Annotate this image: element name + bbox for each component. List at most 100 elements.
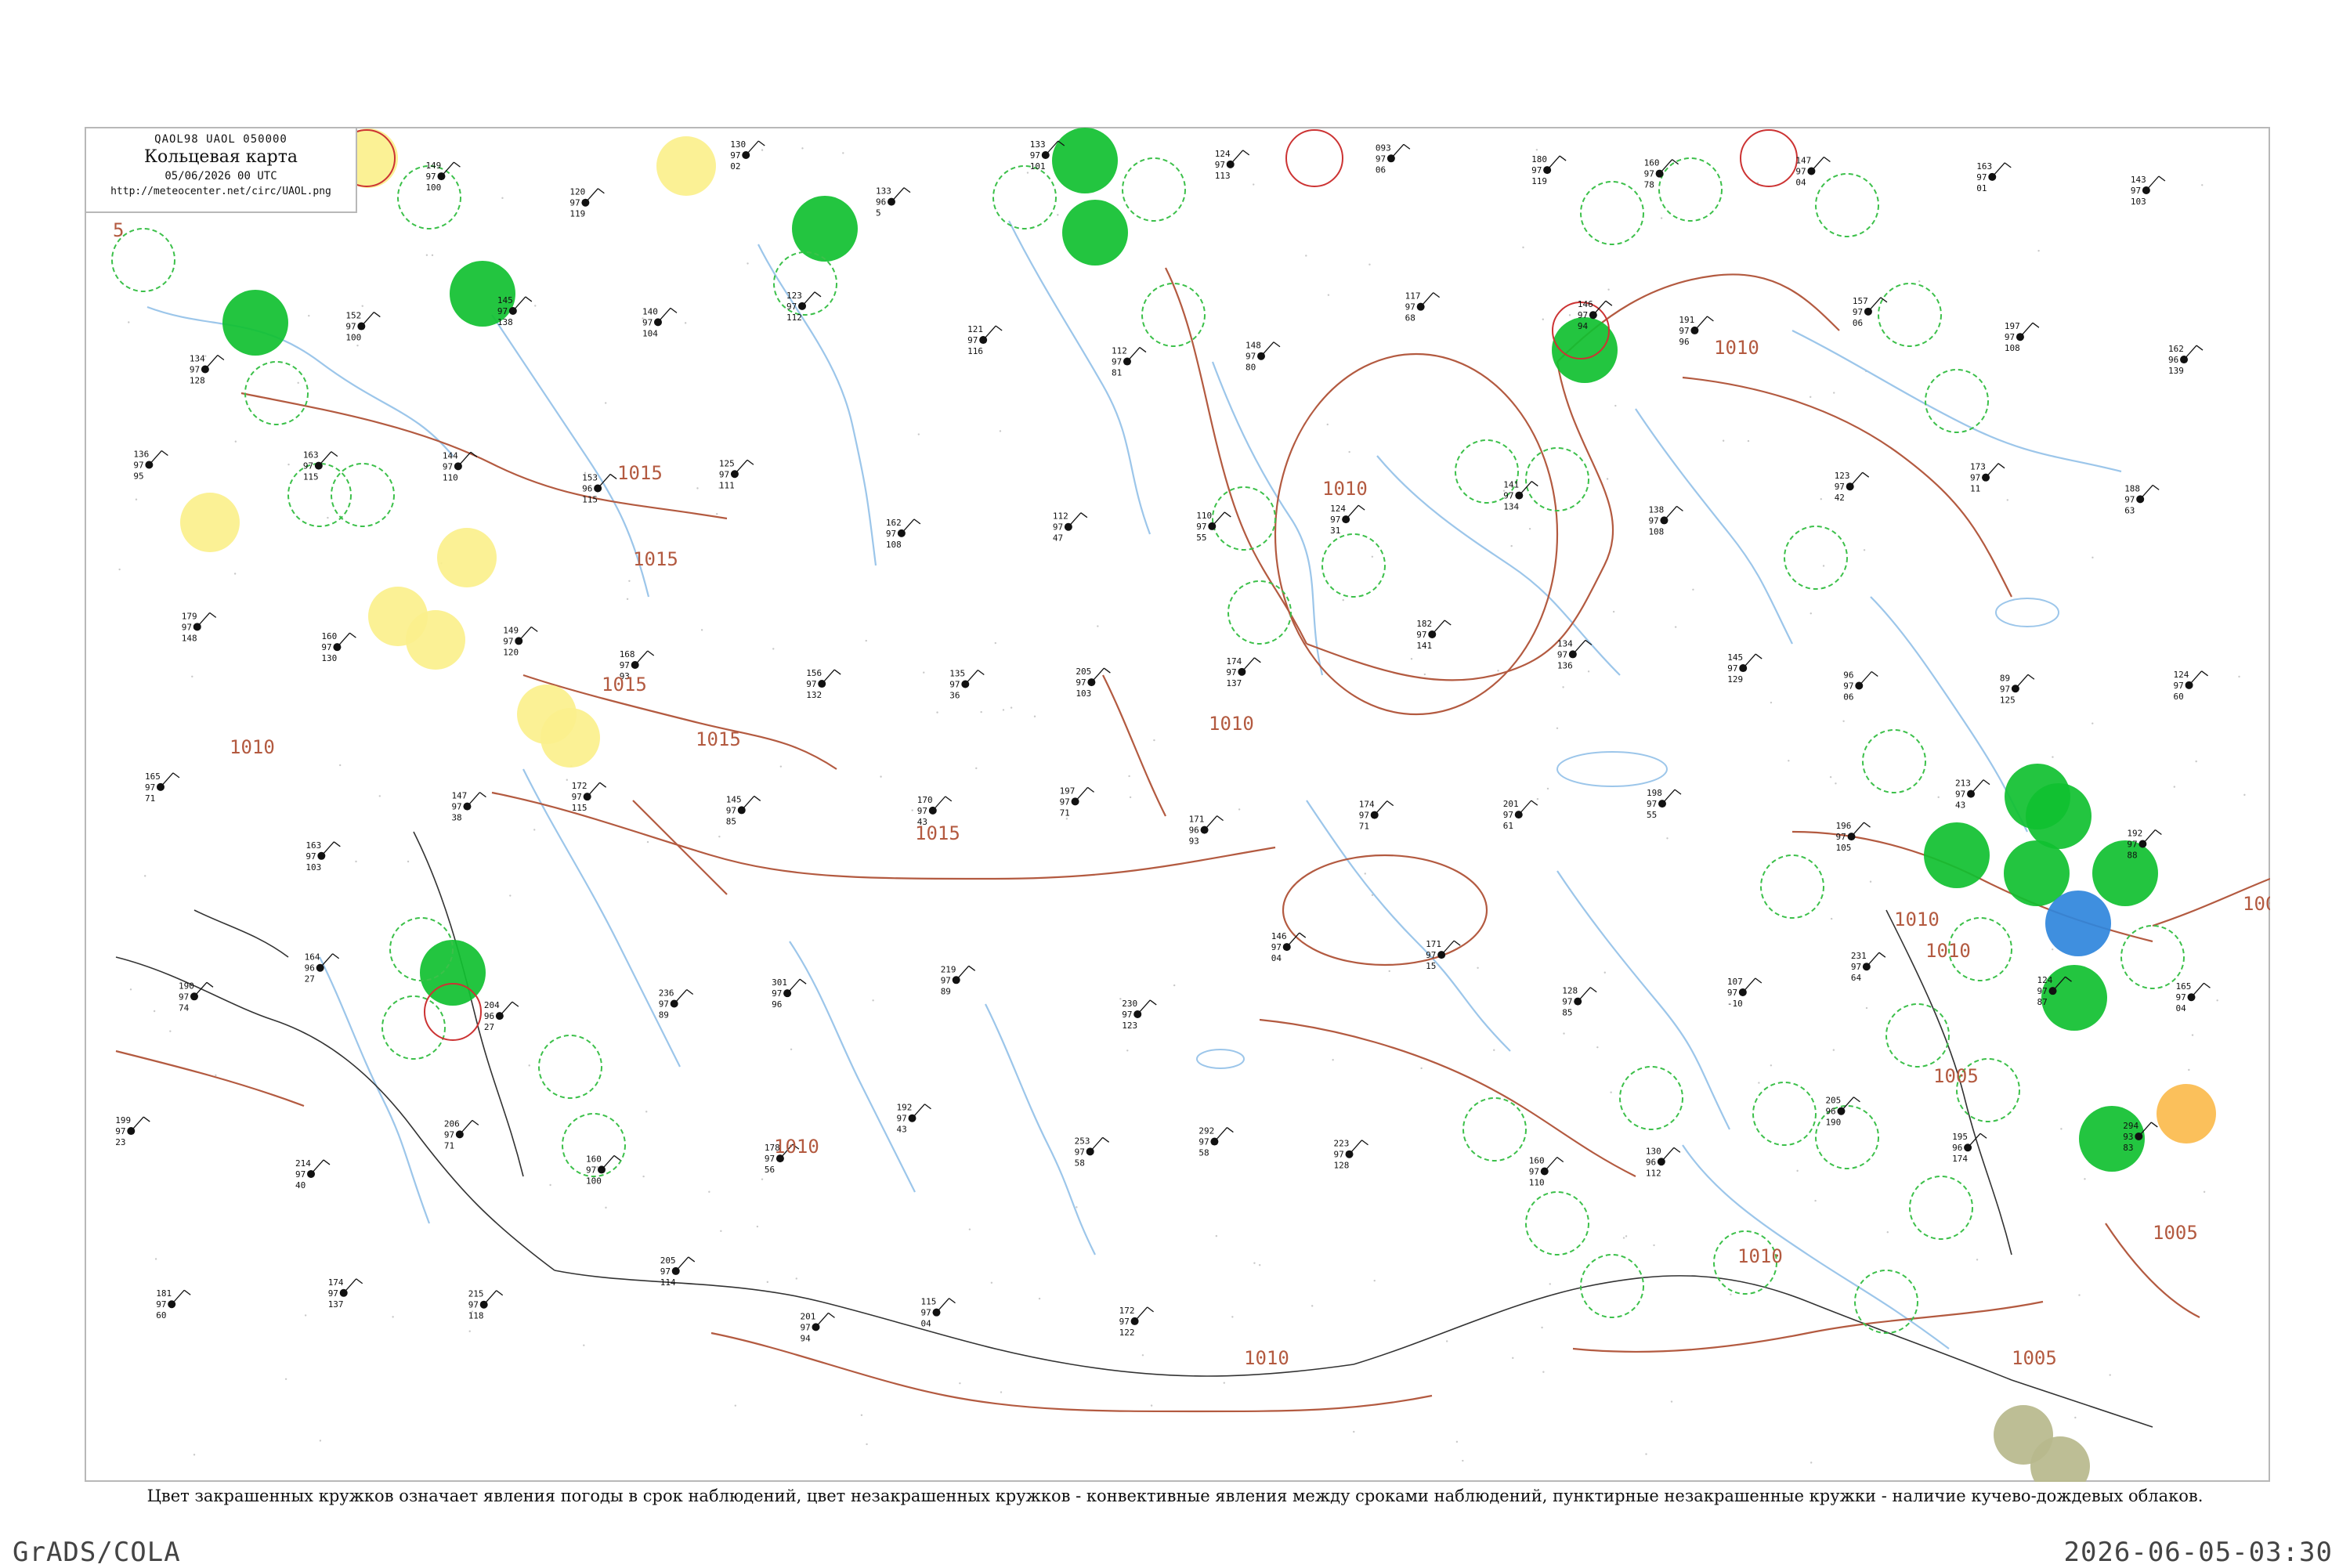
grid-dot	[1770, 1064, 1773, 1067]
country-border	[1353, 1275, 2012, 1381]
river	[1791, 330, 2122, 473]
wind-barb	[786, 978, 801, 994]
station-dewpoint: 129	[1727, 674, 1743, 685]
wind-barb-flag	[2201, 670, 2208, 677]
station-pressure: 123	[786, 291, 802, 301]
station-pressure: 160	[321, 631, 337, 641]
wind-barb-flag	[1453, 940, 1461, 946]
station-temperature: 97	[1053, 522, 1063, 533]
grid-dot	[1603, 971, 1606, 974]
rain-circle	[2005, 764, 2070, 829]
grid-dot	[1065, 818, 1068, 820]
station-temperature: 97	[1119, 1317, 1130, 1327]
fog-circle	[406, 610, 465, 670]
station-pressure: 133	[1030, 139, 1046, 150]
grid-dot	[153, 1010, 156, 1013]
station-temperature: 97	[660, 1266, 671, 1277]
station-pressure: 162	[2168, 344, 2184, 354]
source-url[interactable]: http://meteocenter.net/circ/UAOL.png	[86, 186, 356, 197]
grid-dot	[193, 1454, 196, 1456]
station-model: 17497137	[1226, 656, 1261, 688]
station-model: 17297115	[572, 781, 607, 813]
wind-barb-flag	[828, 1312, 835, 1318]
footer-timestamp: 2026-06-05-03:30	[2063, 1537, 2333, 1568]
station-dewpoint: 87	[2037, 997, 2048, 1007]
station-pressure: 145	[1727, 652, 1743, 663]
station-temperature: 97	[1060, 797, 1070, 807]
station-dewpoint: 71	[1359, 822, 1369, 832]
wind-barb-flag	[2004, 162, 2012, 168]
wind-barb	[130, 1116, 144, 1132]
wind-barb-flag	[1589, 987, 1597, 993]
station-model: 1719715	[1426, 939, 1461, 971]
fog-circle	[656, 136, 716, 196]
station-temperature: 97	[1647, 799, 1657, 809]
wind-barb-flag	[496, 1290, 504, 1296]
wind-barb	[1090, 1136, 1104, 1152]
grid-dot	[2084, 1178, 2086, 1180]
wind-barb-flag	[968, 965, 976, 971]
station-dewpoint: 04	[921, 1319, 932, 1329]
station-dewpoint: 02	[730, 161, 740, 172]
station-dewpoint: 71	[145, 793, 155, 804]
station-dewpoint: 27	[484, 1022, 494, 1032]
wind-barb	[1663, 505, 1677, 521]
wind-barb	[657, 307, 671, 323]
isobar-label: 5	[113, 219, 124, 241]
wind-barb-flag	[1673, 1147, 1681, 1153]
station-pressure: 253	[1075, 1136, 1090, 1146]
station-pressure: 121	[967, 324, 983, 334]
wind-barb	[1374, 800, 1388, 816]
cb-cloud-circle	[1752, 1082, 1817, 1146]
fog-circle	[437, 528, 497, 587]
rivers-layer	[146, 220, 2122, 1349]
wind-barb	[741, 795, 755, 811]
wind-barb-flag	[161, 450, 168, 457]
wind-barb	[1840, 1097, 1854, 1112]
grid-dot	[1822, 565, 1825, 567]
station-temperature: 96	[2168, 355, 2178, 365]
synoptic-map[interactable]: 1209799160970214997100120971191309702133…	[85, 127, 2270, 1482]
wind-barb	[1572, 639, 1586, 655]
station-model: 20597103	[1076, 667, 1111, 699]
station-pressure: 162	[886, 518, 902, 528]
station-pressure: 174	[328, 1277, 344, 1288]
station-pressure: 205	[1076, 667, 1091, 677]
station-temperature: 97	[572, 792, 582, 802]
grid-dot	[1305, 255, 1307, 257]
station-pressure: 213	[1955, 779, 1971, 789]
grid-dot	[761, 149, 764, 151]
station-temperature: 97	[800, 1322, 810, 1332]
station-pressure: 205	[660, 1255, 676, 1266]
shower-circle	[2045, 891, 2111, 956]
station-pressure: 96	[1843, 670, 1853, 681]
fog-circle	[180, 493, 240, 552]
station-dewpoint: 78	[1644, 180, 1654, 190]
lake	[1556, 751, 1668, 787]
grid-dot	[1568, 314, 1571, 316]
station-temperature: 96	[1825, 1107, 1835, 1117]
station-temperature: 97	[156, 1299, 166, 1310]
station-model: 1909774	[179, 981, 214, 1013]
station-model: 1719693	[1189, 815, 1224, 847]
wind-barb-flag	[1273, 341, 1281, 348]
isobar-loop	[1282, 854, 1488, 966]
station-temperature: 97	[586, 1165, 596, 1175]
station-pressure: 214	[295, 1158, 311, 1169]
station-pressure: 188	[2124, 483, 2140, 493]
station-model: 1919796	[1679, 315, 1714, 347]
wind-barb	[1577, 987, 1591, 1003]
thunder-ring	[1285, 129, 1343, 187]
wind-barb-flag	[1878, 952, 1886, 958]
grid-dot	[605, 1206, 607, 1209]
station-model: 18097119	[1531, 154, 1567, 186]
grid-dot	[1535, 149, 1538, 151]
wind-barb	[1137, 999, 1151, 1015]
station-dewpoint: -10	[1727, 999, 1743, 1009]
grid-dot	[234, 440, 237, 443]
station-dewpoint: 137	[328, 1299, 344, 1310]
wind-barb	[1849, 471, 1864, 487]
grid-dot	[1033, 715, 1036, 717]
grid-dot	[378, 795, 381, 797]
grid-dot	[1462, 1459, 1464, 1462]
